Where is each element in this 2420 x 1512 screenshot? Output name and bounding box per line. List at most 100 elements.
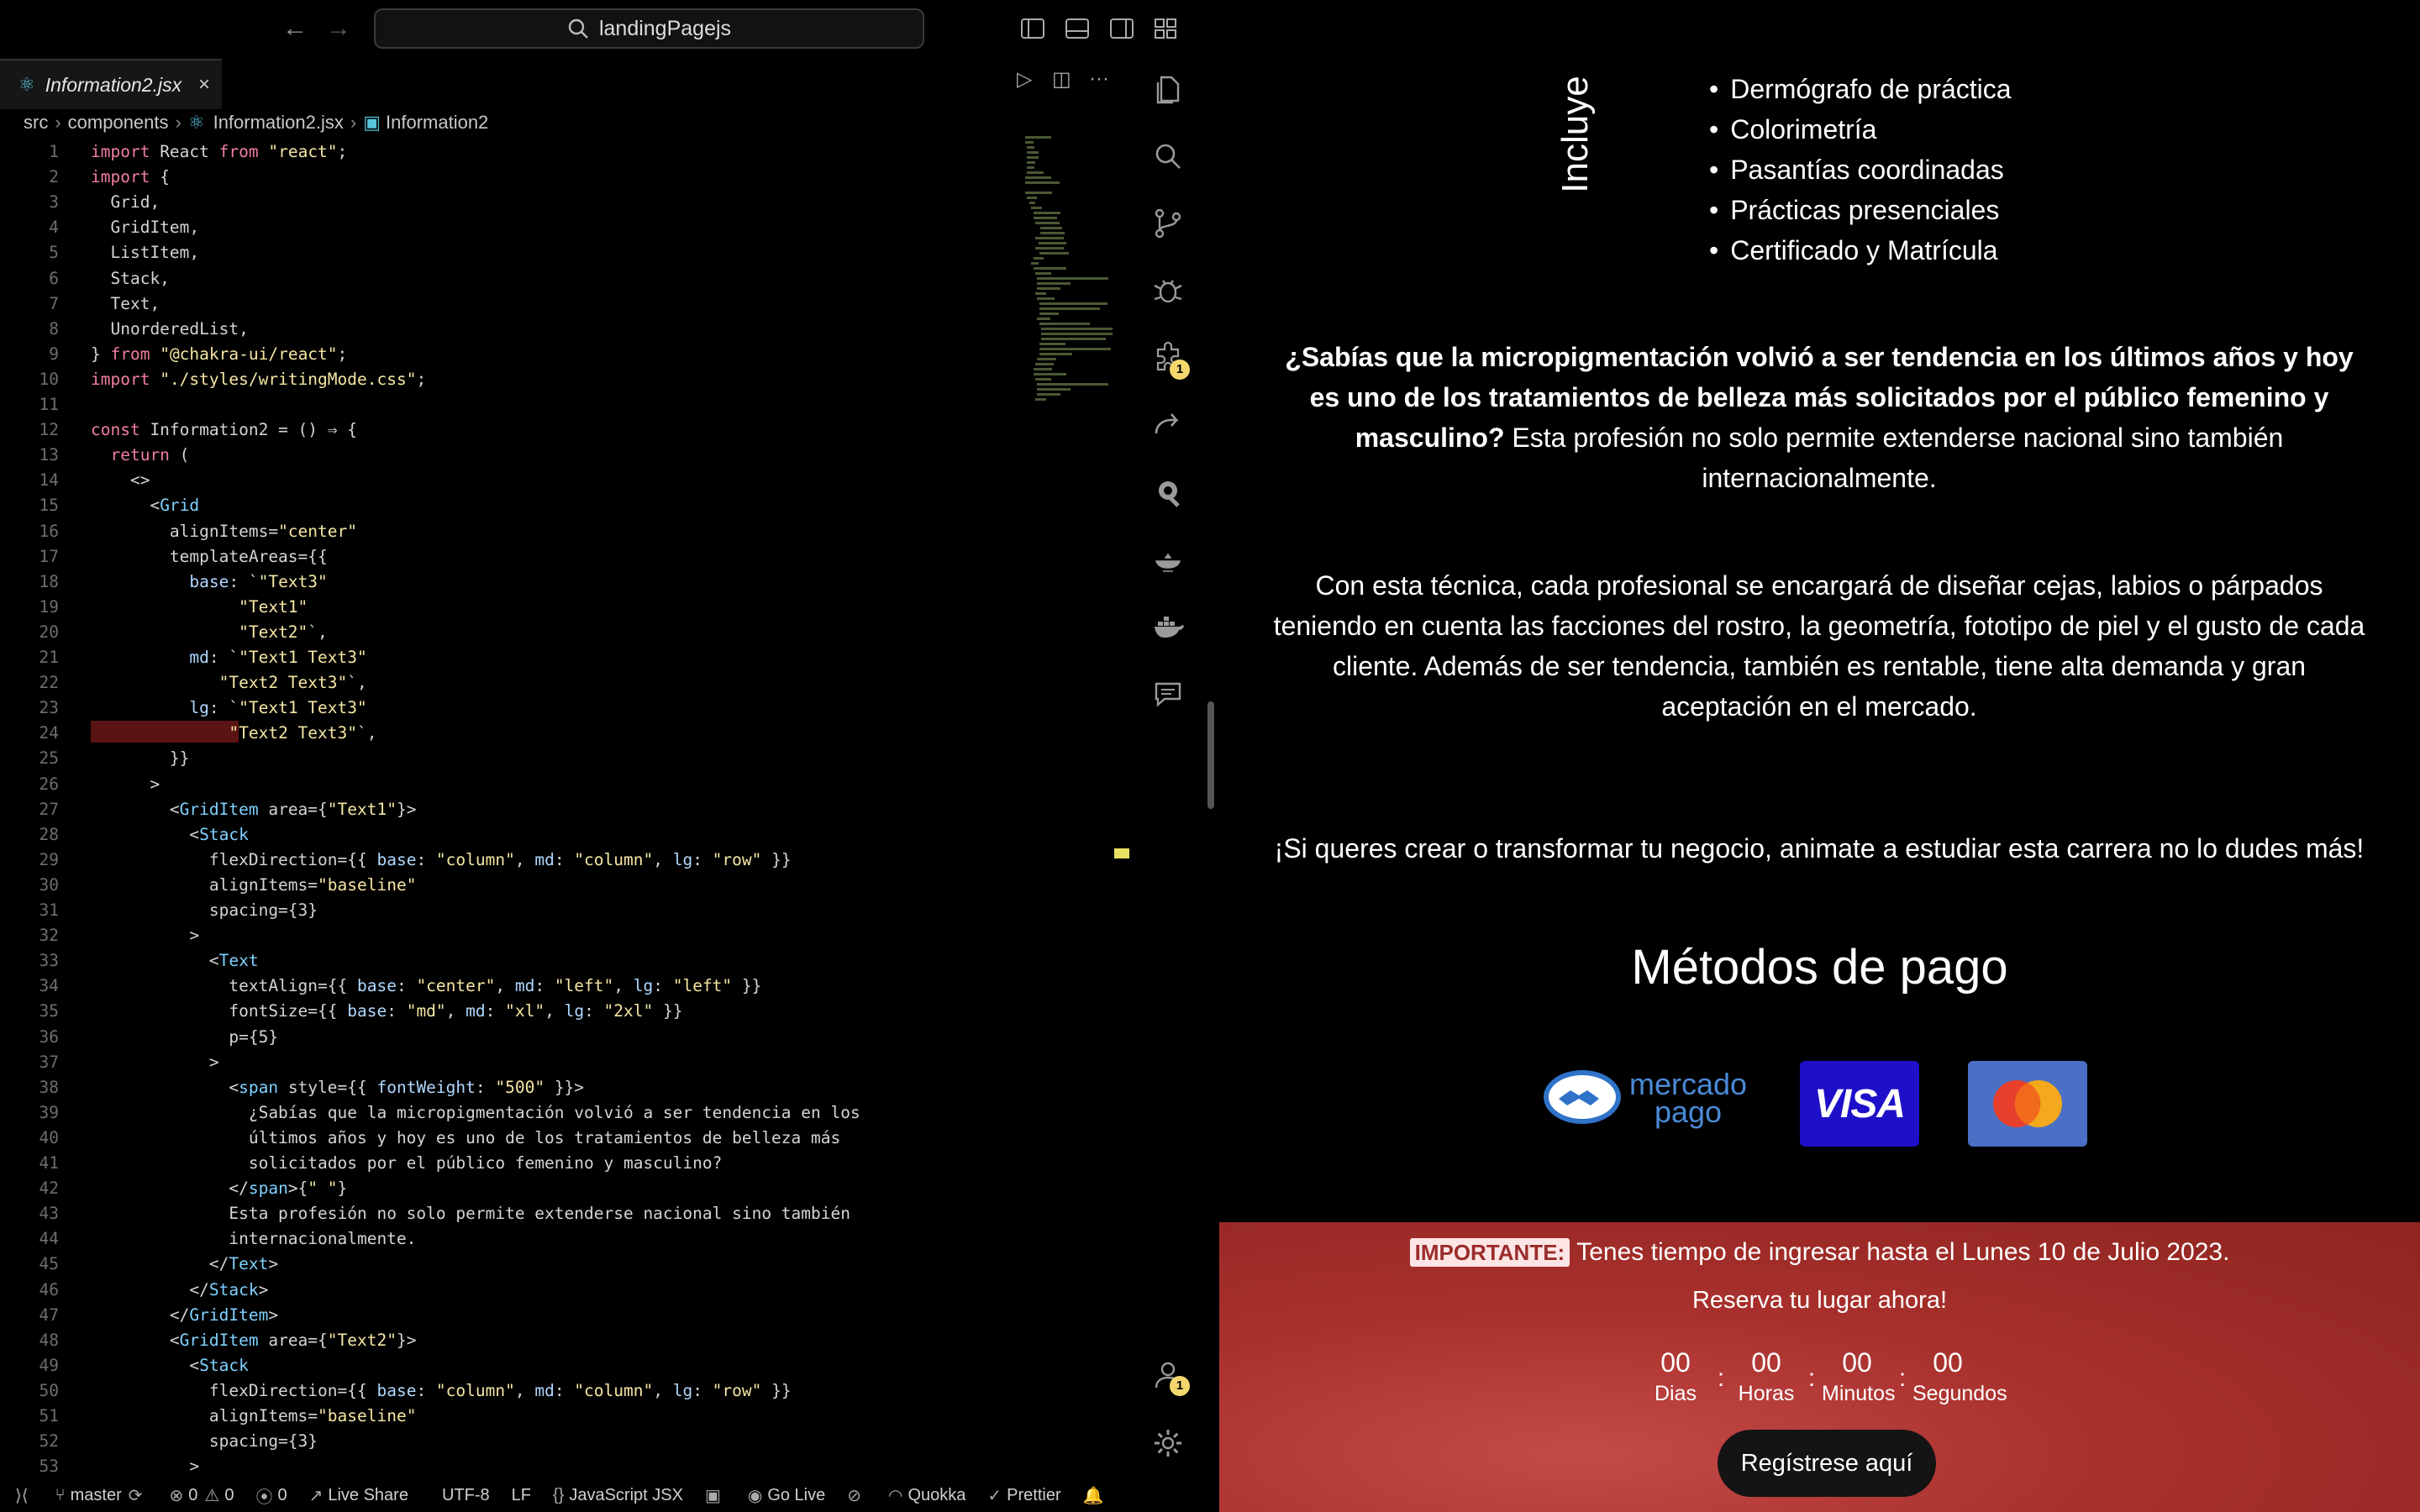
comments-icon[interactable] (1151, 677, 1185, 711)
extensions-button[interactable]: 1 (1151, 341, 1190, 380)
code-area[interactable]: 1 import React from "react"; 2 import {3 Gr… (0, 139, 1034, 1478)
close-tab-icon[interactable]: × (198, 73, 210, 97)
line-number: 9 (49, 344, 59, 364)
command-center-search[interactable]: landingPagejs (374, 8, 924, 49)
breadcrumb-symbol[interactable]: Information2 (386, 112, 488, 134)
check-all-icon: ✓ (987, 1486, 1002, 1505)
problems-indicator[interactable]: ⊗ 0 ⚠ 0 (170, 1485, 234, 1506)
remote-indicator[interactable]: ⟩⟨ (15, 1485, 34, 1506)
code-line: > (91, 774, 160, 794)
intro-rest-text: Esta profesión no solo permite extenders… (1504, 423, 2284, 493)
minimap-line (1035, 272, 1052, 275)
code-line: últimos años y hoy es uno de los tratami… (91, 1127, 841, 1147)
toggle-panel-icon[interactable] (1065, 17, 1090, 40)
lamp-icon[interactable] (1151, 543, 1185, 576)
minimap-line (1040, 227, 1063, 229)
countdown-separator: : (1898, 1364, 1907, 1392)
line-number: 26 (39, 774, 59, 794)
mastercard-logo (1968, 1061, 2087, 1147)
live-share-button[interactable]: ↗ Live Share (309, 1485, 408, 1506)
code-line: <GridItem area={"Text2"}> (91, 1330, 417, 1350)
code-line: templateAreas={{ (91, 546, 328, 566)
line-number: 32 (39, 926, 59, 946)
line-number: 11 (39, 395, 59, 414)
minimap-line (1027, 151, 1039, 154)
minimap-line (1035, 363, 1054, 365)
search-text: landingPagejs (598, 16, 732, 40)
go-live-label: Go Live (767, 1485, 826, 1504)
explorer-icon[interactable] (1151, 72, 1185, 106)
register-button[interactable]: Regístrese aquí (1718, 1430, 1936, 1497)
copilot-button[interactable]: ⊘ (847, 1485, 866, 1506)
source-control-icon[interactable] (1151, 207, 1185, 240)
toggle-secondary-sidebar-icon[interactable] (1109, 17, 1134, 40)
language-label: JavaScript JSX (569, 1485, 683, 1504)
countdown-label: Segundos (1912, 1382, 2007, 1405)
breadcrumb-file[interactable]: Information2.jsx (213, 112, 344, 134)
language-mode-button[interactable]: {} JavaScript JSX (553, 1486, 683, 1505)
line-number: 24 (39, 723, 59, 743)
code-line: import "./styles/writingMode.css"; (91, 369, 427, 389)
toggle-primary-sidebar-icon[interactable] (1020, 17, 1045, 40)
editor-scrollbar[interactable] (1207, 701, 1214, 809)
more-actions-icon[interactable]: ··· (1089, 67, 1109, 91)
reserve-text: Reserva tu lugar ahora! (1691, 1287, 1948, 1314)
code-line: > (91, 1052, 219, 1072)
quokka-button[interactable]: ◠ Quokka (888, 1485, 965, 1506)
minimap-line (1025, 192, 1053, 194)
forward-arrow-icon[interactable]: → (326, 13, 351, 44)
ports-indicator[interactable]: ⦿ 0 (255, 1483, 287, 1508)
line-number: 2 (49, 167, 59, 187)
line-number: 28 (39, 824, 59, 844)
list-item: Dermógrafo de práctica (1709, 69, 2011, 109)
line-number: 17 (39, 546, 59, 566)
run-debug-icon[interactable] (1151, 274, 1185, 307)
breadcrumb-components[interactable]: components (68, 112, 169, 134)
code-line: "Text1" (239, 596, 308, 617)
run-icon[interactable]: ▷ (1017, 67, 1032, 92)
code-line: "Text2 Text3"`, (218, 673, 367, 693)
list-item: Certificado y Matrícula (1709, 230, 2012, 270)
customize-layout-icon[interactable] (1153, 17, 1178, 40)
line-number: 25 (39, 748, 59, 769)
minimap[interactable] (1025, 136, 1113, 401)
branch-indicator[interactable]: ⑂ master ⟳ (55, 1485, 148, 1506)
breadcrumb-src[interactable]: src (24, 112, 48, 134)
code-line: internacionalmente. (91, 1229, 417, 1249)
code-line: </GridItem> (91, 1305, 279, 1325)
line-number: 23 (39, 698, 59, 718)
code-line: import { (91, 167, 170, 187)
minimap-line (1039, 343, 1065, 345)
line-number: 7 (49, 293, 59, 313)
minimap-line (1035, 222, 1060, 224)
code-line: <> (91, 470, 150, 491)
search-icon[interactable] (1151, 139, 1185, 173)
docker-icon[interactable] (1151, 610, 1185, 643)
preview-icon-button[interactable]: ▣ (705, 1485, 726, 1506)
line-number: 21 (39, 648, 59, 667)
line-number: 27 (39, 799, 59, 819)
countdown-label: Minutos (1822, 1382, 1896, 1405)
broadcast-icon: ◉ (747, 1486, 763, 1505)
minimap-line (1027, 161, 1035, 164)
warning-glyph-icon (1114, 848, 1129, 858)
eol-button[interactable]: LF (512, 1486, 531, 1505)
accounts-button[interactable]: 1 (1151, 1357, 1190, 1396)
minimap-line (1037, 282, 1071, 285)
tab-information2[interactable]: ⚛ Information2.jsx × (0, 59, 222, 109)
notifications-button[interactable]: 🔔 (1083, 1485, 1109, 1506)
quokka-icon[interactable] (1151, 475, 1185, 509)
call-to-study-paragraph: ¡Si queres crear o transformar tu negoci… (1274, 833, 2365, 864)
go-live-button[interactable]: ◉ Go Live (748, 1485, 825, 1506)
quokka-label: Quokka (908, 1485, 966, 1504)
prettier-button[interactable]: ✓ Prettier (987, 1485, 1060, 1506)
settings-gear-icon[interactable] (1151, 1426, 1185, 1460)
minimap-line (1033, 217, 1058, 219)
back-arrow-icon[interactable]: ← (282, 13, 308, 44)
remote-explorer-icon[interactable] (1151, 408, 1185, 442)
ports-icon: ⦿ (255, 1488, 273, 1507)
split-editor-icon[interactable]: ◫ (1052, 67, 1071, 92)
minimap-line (1035, 237, 1064, 239)
encoding-button[interactable]: UTF-8 (442, 1486, 490, 1505)
line-number: 36 (39, 1026, 59, 1047)
